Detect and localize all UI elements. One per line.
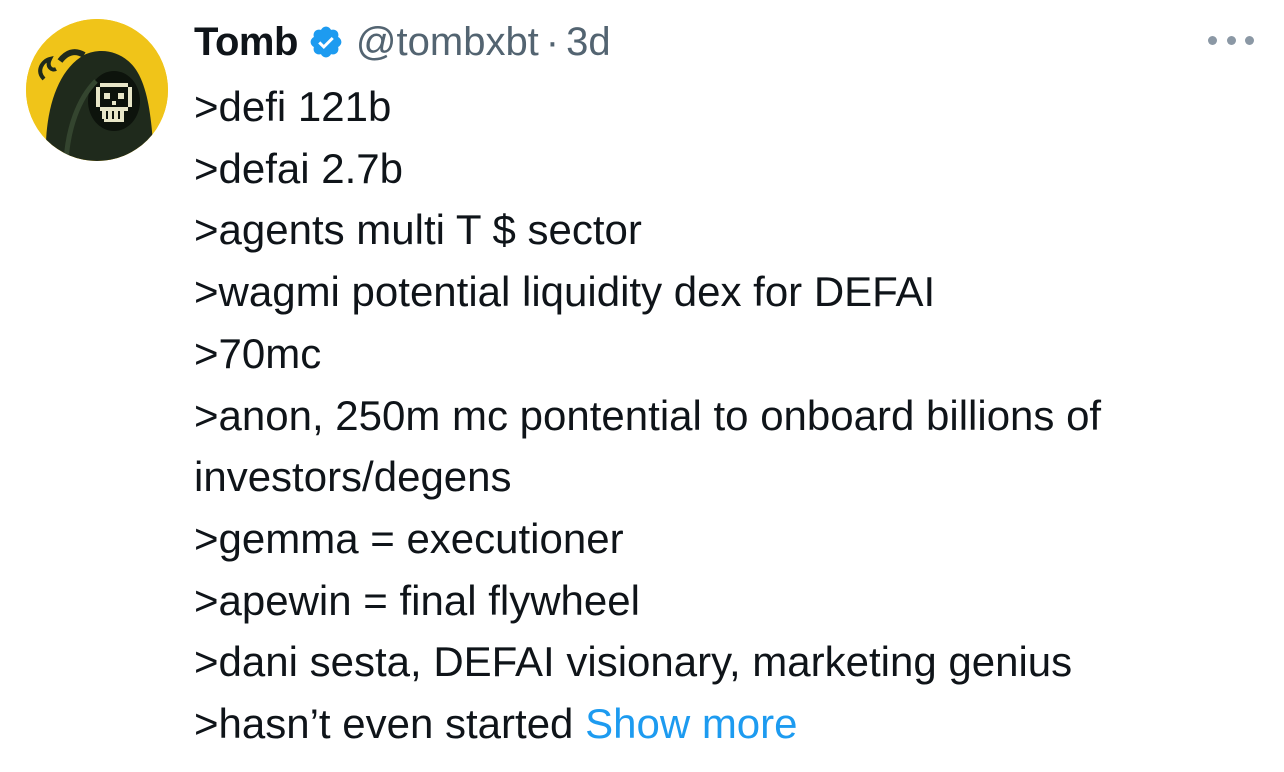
tweet-line: >dani sesta, DEFAI visionary, marketing … bbox=[194, 638, 1073, 686]
tweet-line: >gemma = executioner bbox=[194, 514, 624, 562]
tweet-header: Tomb @tombxbt · 3d bbox=[194, 14, 611, 70]
more-options-icon[interactable] bbox=[1208, 28, 1254, 52]
author-handle[interactable]: @tombxbt bbox=[356, 20, 539, 65]
more-dot bbox=[1208, 35, 1217, 45]
hooded-skull-avatar-icon bbox=[26, 19, 168, 161]
tweet-line: investors/degens bbox=[194, 453, 512, 501]
tweet-line: >apewin = final flywheel bbox=[194, 576, 640, 624]
tweet-line: >70mc bbox=[194, 329, 322, 377]
verified-badge-icon bbox=[308, 24, 344, 60]
tweet[interactable]: Tomb @tombxbt · 3d >defi 121b >defai 2.7… bbox=[0, 0, 1284, 772]
more-dot bbox=[1245, 35, 1254, 45]
tweet-text: >defi 121b >defai 2.7b >agents multi T $… bbox=[194, 76, 1274, 755]
tweet-line: >defai 2.7b bbox=[194, 144, 404, 192]
show-more-link[interactable]: Show more bbox=[585, 700, 797, 747]
more-dot bbox=[1226, 35, 1236, 45]
author-name[interactable]: Tomb bbox=[194, 20, 298, 65]
tweet-line: >wagmi potential liquidity dex for DEFAI bbox=[194, 268, 936, 316]
tweet-line: >agents multi T $ sector bbox=[194, 206, 642, 254]
avatar[interactable] bbox=[26, 19, 168, 161]
tweet-line-text: >hasn’t even started bbox=[194, 700, 574, 748]
tweet-line: >defi 121b bbox=[194, 83, 392, 130]
tweet-timestamp[interactable]: 3d bbox=[566, 20, 611, 65]
tweet-line: >anon, 250m mc pontential to onboard bil… bbox=[194, 391, 1102, 439]
separator-dot: · bbox=[545, 19, 560, 64]
tweet-last-line: >hasn’t even started Show more bbox=[194, 693, 1274, 755]
